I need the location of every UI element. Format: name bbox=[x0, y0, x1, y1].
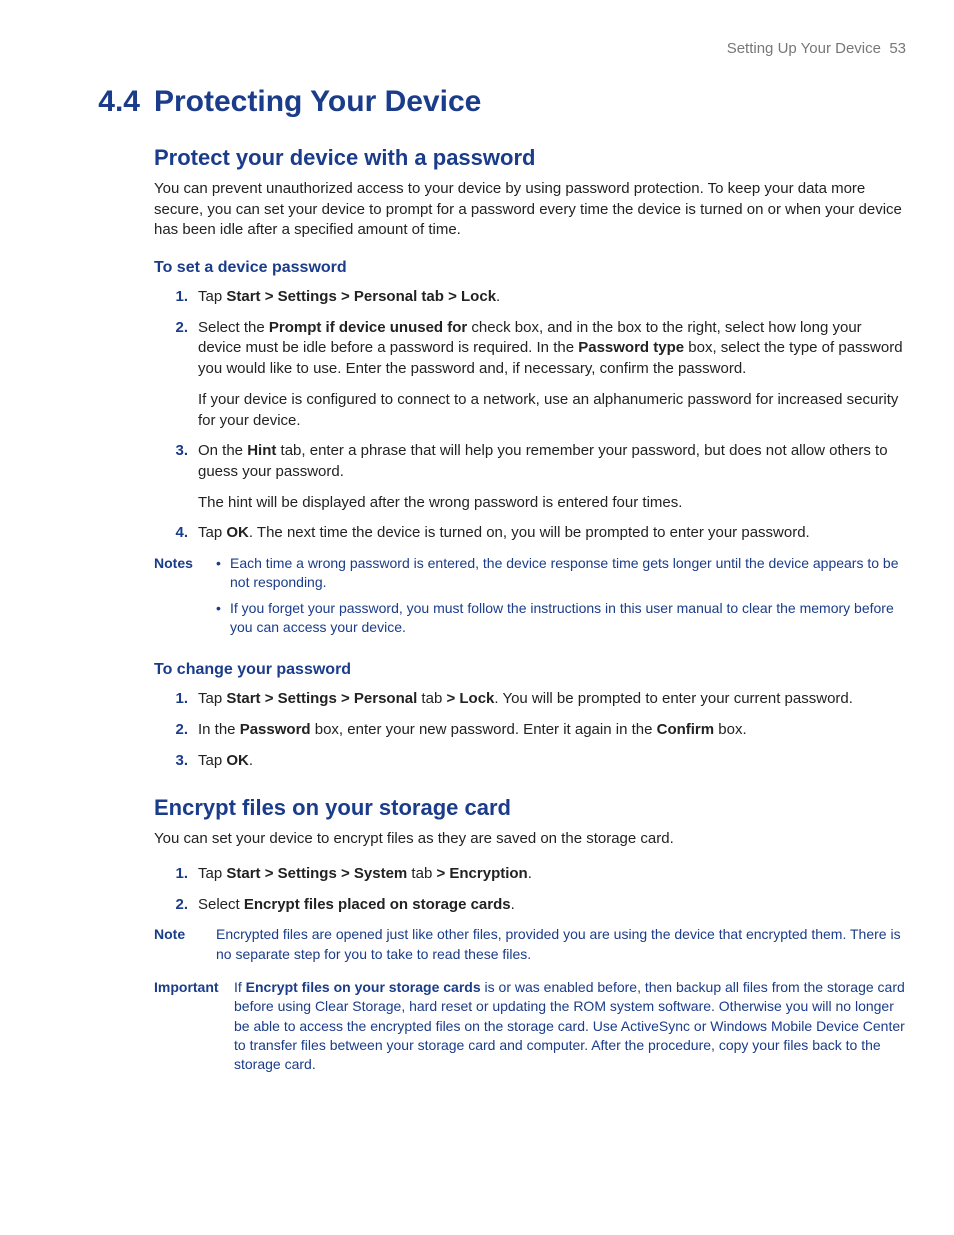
paragraph: You can set your device to encrypt files… bbox=[154, 829, 906, 850]
callout-label: Notes bbox=[154, 554, 216, 573]
step-text: Tap OK. The next time the device is turn… bbox=[198, 523, 906, 544]
step-number: 4. bbox=[154, 523, 198, 544]
step-text: Tap Start > Settings > System tab > Encr… bbox=[198, 864, 906, 885]
important-callout: Important If Encrypt files on your stora… bbox=[154, 978, 906, 1075]
list-item: 2. Select the Prompt if device unused fo… bbox=[154, 318, 906, 431]
ordered-list: 1. Tap Start > Settings > System tab > E… bbox=[154, 864, 906, 915]
section-title: Protecting Your Device bbox=[154, 85, 481, 119]
running-header: Setting Up Your Device 53 bbox=[48, 40, 906, 57]
step-number: 1. bbox=[154, 864, 198, 885]
list-item: 1. Tap Start > Settings > System tab > E… bbox=[154, 864, 906, 885]
callout-label: Note bbox=[154, 925, 216, 944]
paragraph: You can prevent unauthorized access to y… bbox=[154, 179, 906, 241]
page-number: 53 bbox=[889, 40, 906, 57]
content: Protect your device with a password You … bbox=[154, 145, 906, 1075]
callout-body: Encrypted files are opened just like oth… bbox=[216, 925, 906, 964]
step-number: 1. bbox=[154, 689, 198, 710]
procedure-heading: To change your password bbox=[154, 661, 906, 679]
note-callout: Note Encrypted files are opened just lik… bbox=[154, 925, 906, 964]
document-page: Setting Up Your Device 53 4.4 Protecting… bbox=[0, 0, 954, 1149]
ordered-list: 1. Tap Start > Settings > Personal tab >… bbox=[154, 287, 906, 544]
subsection-heading: Encrypt files on your storage card bbox=[154, 795, 906, 821]
step-number: 3. bbox=[154, 751, 198, 772]
step-number: 2. bbox=[154, 318, 198, 339]
list-item: 2. Select Encrypt files placed on storag… bbox=[154, 895, 906, 916]
callout-body: Each time a wrong password is entered, t… bbox=[216, 554, 906, 643]
step-text: Tap Start > Settings > Personal tab > Lo… bbox=[198, 689, 906, 710]
step-text: Tap OK. bbox=[198, 751, 906, 772]
notes-callout: Notes Each time a wrong password is ente… bbox=[154, 554, 906, 643]
list-item: 4. Tap OK. The next time the device is t… bbox=[154, 523, 906, 544]
list-item: 3. On the Hint tab, enter a phrase that … bbox=[154, 441, 906, 513]
ordered-list: 1. Tap Start > Settings > Personal tab >… bbox=[154, 689, 906, 771]
section-number: 4.4 bbox=[92, 85, 154, 119]
note-item: If you forget your password, you must fo… bbox=[216, 599, 906, 638]
subsection-heading: Protect your device with a password bbox=[154, 145, 906, 171]
procedure-heading: To set a device password bbox=[154, 259, 906, 277]
step-text: In the Password box, enter your new pass… bbox=[198, 720, 906, 741]
section-heading: 4.4 Protecting Your Device bbox=[92, 85, 906, 119]
chapter-name: Setting Up Your Device bbox=[727, 40, 881, 57]
step-text: Select Encrypt files placed on storage c… bbox=[198, 895, 906, 916]
step-text: On the Hint tab, enter a phrase that wil… bbox=[198, 441, 906, 513]
callout-body: If Encrypt files on your storage cards i… bbox=[234, 978, 906, 1075]
list-item: 2. In the Password box, enter your new p… bbox=[154, 720, 906, 741]
list-item: 3. Tap OK. bbox=[154, 751, 906, 772]
step-number: 3. bbox=[154, 441, 198, 462]
list-item: 1. Tap Start > Settings > Personal tab >… bbox=[154, 287, 906, 308]
list-item: 1. Tap Start > Settings > Personal tab >… bbox=[154, 689, 906, 710]
note-item: Each time a wrong password is entered, t… bbox=[216, 554, 906, 593]
step-text: Select the Prompt if device unused for c… bbox=[198, 318, 906, 431]
callout-label: Important bbox=[154, 978, 234, 997]
step-number: 2. bbox=[154, 720, 198, 741]
step-number: 2. bbox=[154, 895, 198, 916]
step-text: Tap Start > Settings > Personal tab > Lo… bbox=[198, 287, 906, 308]
step-number: 1. bbox=[154, 287, 198, 308]
